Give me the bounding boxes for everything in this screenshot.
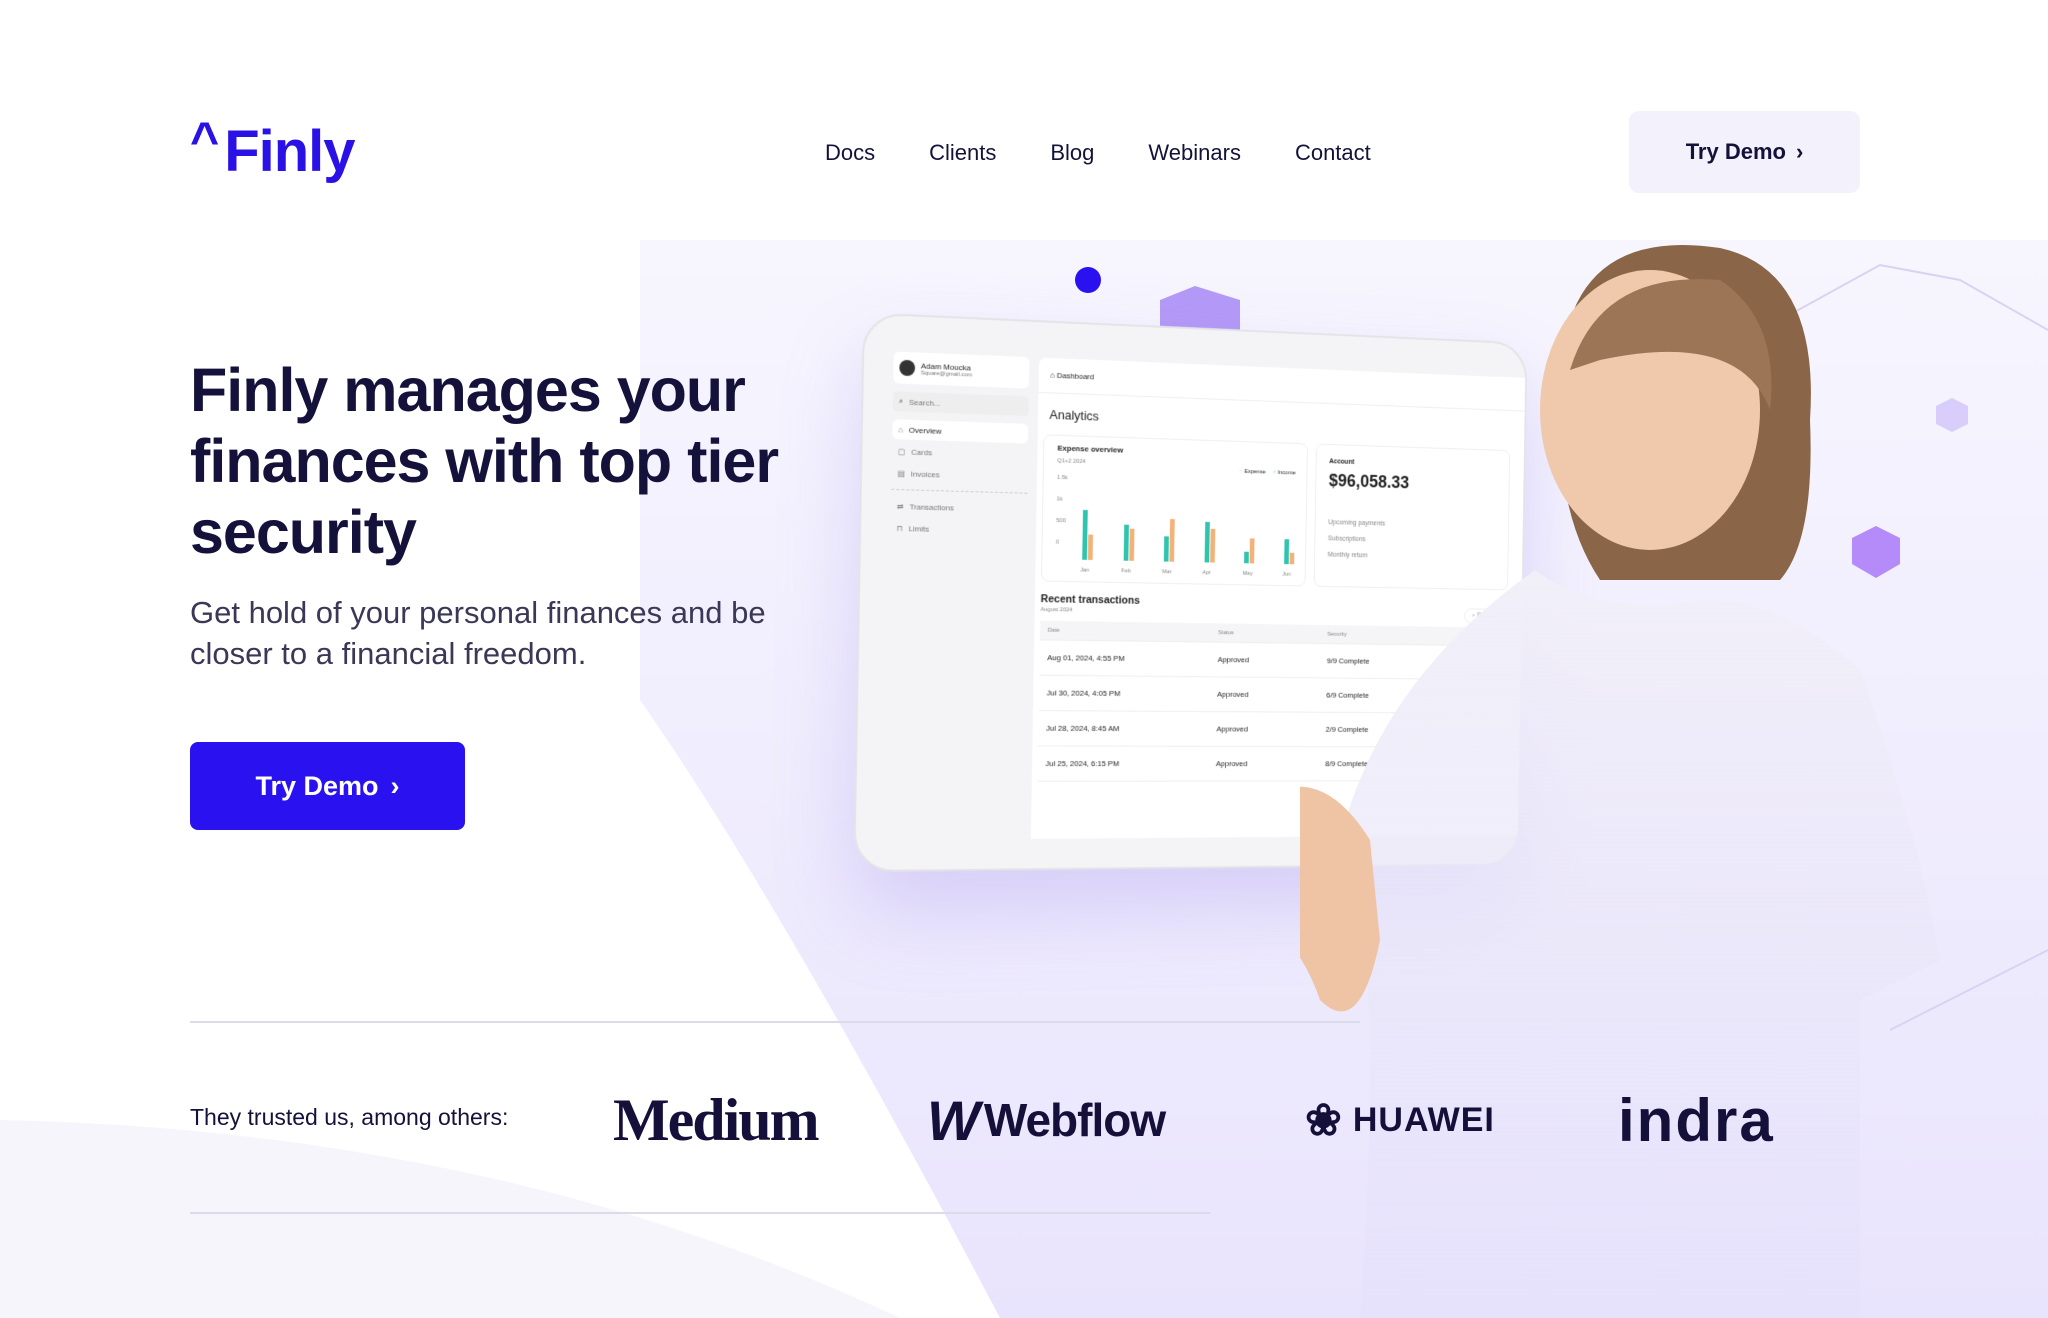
file-icon: ▤ [897,468,906,478]
logo-webflow: W Webflow [927,1085,1166,1155]
table-cell: Jul 25, 2024, 6:15 PM [1045,759,1120,769]
income-bar [1204,521,1210,563]
breadcrumb-text: Dashboard [1056,371,1095,382]
avatar [899,359,916,377]
logo-huawei: ❀ HUAWEI [1305,1085,1495,1155]
card-title: Expense overview [1057,443,1124,455]
home-icon: ⌂ [898,424,904,434]
card-icon: ▢ [897,446,906,456]
nav-docs[interactable]: Docs [825,140,875,166]
bar-group: Apr [1202,521,1216,576]
chevron-right-icon: › [1795,139,1804,164]
logo-medium: Medium [613,1086,820,1153]
label: Cards [911,447,933,457]
sidebar-item-transactions: ⇄ Transactions [891,496,1027,519]
header-try-demo-button[interactable]: Try Demo › [1629,111,1860,193]
transfer-icon: ⇄ [896,501,904,511]
income-bar [1123,524,1129,561]
bar-group: May [1242,538,1255,577]
legend-label: Income [1277,470,1296,477]
nav-clients[interactable]: Clients [929,140,996,166]
month-label: Jun [1282,571,1291,578]
bar-group: Jan [1080,509,1094,574]
income-bar [1082,509,1088,560]
table-cell: Jul 28, 2024, 8:45 AM [1046,723,1120,733]
bar-group: Mar [1162,518,1175,575]
legend-label: Expense [1244,469,1266,476]
lock-icon: ⊓ [896,523,903,533]
nav-blog[interactable]: Blog [1050,140,1094,166]
label: Limits [908,523,930,534]
sidebar-item-overview: ⌂ Overview [892,419,1029,444]
expense-bar [1289,553,1295,565]
expense-bar [1209,528,1216,563]
logo-text: HUAWEI [1352,1100,1495,1139]
hero-subtitle: Get hold of your personal finances and b… [190,595,766,671]
expense-overview-card: Expense overview Q1+2 2024 ○ Expense ○ In… [1040,434,1308,587]
button-label: Try Demo [255,770,379,801]
hero-title: Finly manages your finances with top tie… [190,356,779,566]
search-text: Search... [908,397,941,408]
divider-top [190,1021,1360,1023]
table-cell: Jul 30, 2024, 4:05 PM [1046,688,1121,698]
divider-bottom [190,1212,1210,1214]
chevron-right-icon: › [390,770,400,801]
caret-icon: ^ [190,112,219,168]
y-tick: 1k [1056,496,1063,503]
bar-group: Jun [1282,539,1295,578]
y-tick: 500 [1056,518,1066,525]
legend-income: ○ Income [1272,469,1296,477]
y-tick: 0 [1055,539,1060,546]
logo-indra: indra [1618,1086,1775,1154]
logo[interactable]: ^ Finly [190,112,356,185]
label: Transactions [909,501,954,512]
income-bar [1244,552,1250,564]
user-card: Adam Moucka Square@gmail.com [893,351,1030,389]
nav-webinars[interactable]: Webinars [1148,140,1241,166]
webflow-icon: W [927,1088,980,1152]
logo-text: Finly [224,119,355,184]
income-bar [1163,536,1170,562]
logo-text: Webflow [983,1094,1166,1146]
table-cell: Aug 01, 2024, 4:55 PM [1047,653,1125,663]
trusted-label: They trusted us, among others: [190,1104,509,1130]
sidebar-item-limits: ⊓ Limits [891,518,1027,541]
expense-bars: Jan Feb Mar Apr May Jun [1080,491,1295,578]
sidebar-item-cards: ▢ Cards [892,441,1028,465]
y-tick: 1.5k [1056,474,1068,482]
hero-try-demo-button[interactable]: Try Demo › [190,742,465,830]
divider [891,488,1028,494]
main-nav: Docs Clients Blog Webinars Contact [825,140,1371,166]
huawei-flower-icon: ❀ [1305,1095,1343,1145]
label: Invoices [910,469,940,479]
month-label: May [1242,570,1253,577]
th: Date [1047,627,1060,634]
search-icon: ⌕ [898,396,904,406]
expense-bar [1249,538,1255,564]
sidebar-search: ⌕ Search... [892,391,1029,417]
button-label: Try Demo [1685,139,1786,164]
bar-group: Feb [1121,524,1135,574]
nav-contact[interactable]: Contact [1295,140,1371,166]
woman-photo [1300,245,1940,1318]
legend: ○ Expense ○ Income [1239,469,1295,476]
expense-bar [1087,534,1094,561]
legend-expense: ○ Expense [1239,468,1266,476]
income-bar [1284,539,1290,565]
expense-bar [1128,529,1135,561]
expense-bar [1169,518,1175,562]
month-label: Apr [1202,570,1212,577]
sidebar-item-invoices: ▤ Invoices [891,463,1027,487]
month-label: Mar [1161,569,1172,576]
month-label: Jan [1080,567,1090,574]
dashboard-sidebar: Adam Moucka Square@gmail.com ⌕ Search... ⌂… [885,351,1030,839]
month-label: Feb [1121,568,1131,575]
section-title: Analytics [1049,407,1099,424]
label: Overview [908,425,942,436]
